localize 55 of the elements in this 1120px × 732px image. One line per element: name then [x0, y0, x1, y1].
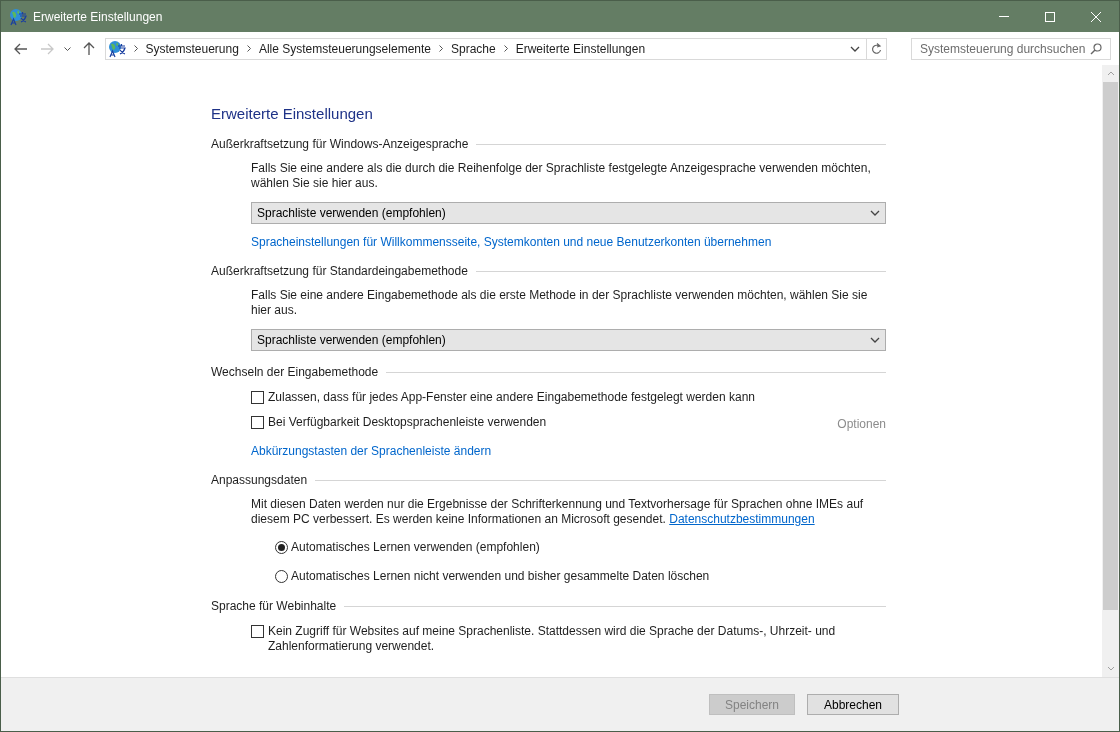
chevron-down-icon [64, 46, 72, 51]
chevron-down-icon [870, 210, 880, 216]
section-heading: Anpassungsdaten [211, 472, 308, 489]
refresh-icon [871, 42, 883, 55]
privacy-link[interactable]: Datenschutzbestimmungen [669, 512, 815, 526]
search-icon [1090, 42, 1102, 55]
close-icon [1091, 11, 1101, 22]
maximize-icon [1045, 11, 1055, 22]
breadcrumb-separator-icon [503, 45, 508, 52]
chevron-down-icon [870, 337, 880, 343]
section-heading: Sprache für Webinhalte [211, 598, 337, 615]
section-heading: Wechseln der Eingabemethode [211, 364, 379, 381]
checkbox-label: Kein Zugriff für Websites auf meine Sprachenliste. Stattdessen wird die Sprache der Datums-, Uhrzeit- und Zahlenformatierung verwendet. [268, 624, 837, 654]
description-text: Falls Sie eine andere Eingabemethode als die erste Methode in der Sprachliste verwenden möchten, wählen Sie sie hier aus. [251, 288, 869, 318]
forward-arrow-icon [39, 42, 54, 55]
dialog-button[interactable]: Abbrechen [807, 694, 899, 715]
back-arrow-icon [13, 42, 28, 55]
settings-link[interactable]: Spracheinstellungen für Willkommensseite, Systemkonten und neue Benutzerkonten übernehmen [251, 233, 772, 251]
checkbox-label: Zulassen, dass für jedes App-Fenster eine andere Eingabemethode festgelegt werden kann [268, 390, 755, 405]
section-heading: Außerkraftsetzung für Standardeingabemethode [211, 263, 468, 280]
scroll-down-icon [1106, 666, 1115, 671]
page-heading: Erweiterte Einstellungen [211, 105, 374, 123]
breadcrumb[interactable]: Alle Systemsteuerungselemente [258, 39, 431, 58]
breadcrumb-separator-icon [439, 45, 443, 52]
search-field[interactable]: Systemsteuerung durchsuchen [911, 37, 1111, 60]
breadcrumb-separator-icon [133, 45, 138, 52]
window-title: Erweiterte Einstellungen [33, 8, 163, 26]
language-dropdown[interactable]: Sprachliste verwenden (empfohlen) [251, 202, 886, 224]
checkbox[interactable] [251, 416, 264, 429]
breadcrumb[interactable]: Sprache [451, 39, 496, 58]
language-dropdown[interactable]: Sprachliste verwenden (empfohlen) [251, 329, 886, 351]
checkbox[interactable] [251, 391, 264, 404]
search-input[interactable]: Systemsteuerung durchsuchen [920, 39, 1090, 58]
checkbox[interactable] [251, 625, 264, 638]
breadcrumb[interactable]: Erweiterte Einstellungen [515, 39, 646, 58]
description-text: Falls Sie eine andere als die durch die Reihenfolge der Sprachliste festgelegte Anzeigesprache verwenden möchten, wählen Sie sie hier aus. [251, 161, 872, 191]
section-heading: Außerkraftsetzung für Windows-Anzeigesprache [211, 136, 469, 153]
breadcrumb-separator-icon [246, 45, 251, 52]
scrollbar-thumb[interactable] [1103, 82, 1118, 610]
radio-button[interactable] [275, 569, 288, 583]
globe-language-icon [107, 39, 126, 58]
radio-label: Automatisches Lernen verwenden (empfohlen) [291, 539, 540, 556]
address-bar[interactable]: Systemsteuerung Alle Systemsteuerungselemente Sprache Erweiterte Einstellungen [104, 37, 888, 60]
scrollbar[interactable] [1102, 65, 1119, 677]
radio-label: Automatisches Lernen nicht verwenden und bisher gesammelte Daten löschen [291, 568, 710, 585]
breadcrumb[interactable]: Systemsteuerung [145, 39, 239, 58]
up-arrow-icon [82, 41, 95, 56]
address-dropdown-icon [850, 45, 861, 52]
checkbox-label: Bei Verfügbarkeit Desktopsprachenleiste verwenden [268, 415, 547, 430]
globe-language-icon [9, 7, 27, 26]
scroll-up-icon [1106, 71, 1115, 76]
settings-link[interactable]: Abkürzungstasten der Sprachenleiste ändern [251, 442, 492, 460]
radio-button[interactable] [275, 540, 288, 554]
minimize-icon [999, 16, 1009, 17]
description-text: Mit diesen Daten werden nur die Ergebnisse der Schrifterkennung und Textvorhersage für Sprachen ohne IMEs auf diesem PC verbessert. Es werden keine Informationen an Microsoft gesendet. Datenschutzbestimmungen [251, 497, 865, 527]
